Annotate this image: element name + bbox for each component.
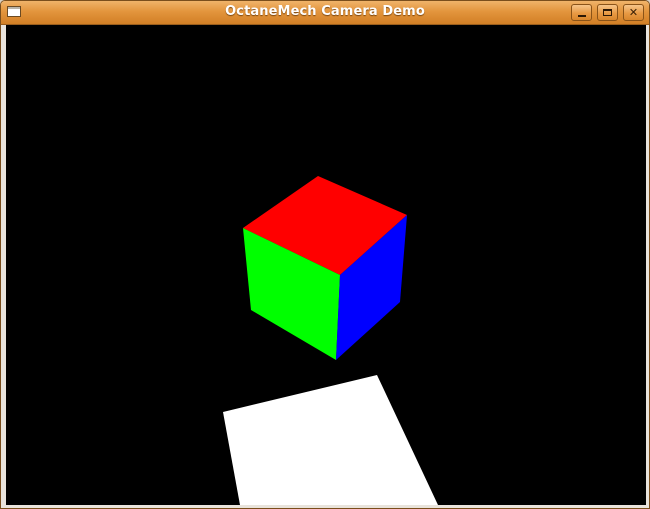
window-title: OctaneMech Camera Demo (225, 4, 425, 19)
minimize-button[interactable] (571, 4, 592, 21)
scene-canvas (6, 25, 646, 505)
maximize-icon (603, 9, 612, 16)
close-button[interactable]: ✕ (623, 4, 644, 21)
app-window: OctaneMech Camera Demo ✕ (0, 0, 650, 509)
title-bar[interactable]: OctaneMech Camera Demo ✕ (1, 1, 649, 25)
minimize-icon (578, 15, 586, 17)
close-icon: ✕ (628, 6, 639, 19)
maximize-button[interactable] (597, 4, 618, 21)
window-bottom-border (1, 505, 649, 508)
render-viewport[interactable] (6, 25, 646, 505)
